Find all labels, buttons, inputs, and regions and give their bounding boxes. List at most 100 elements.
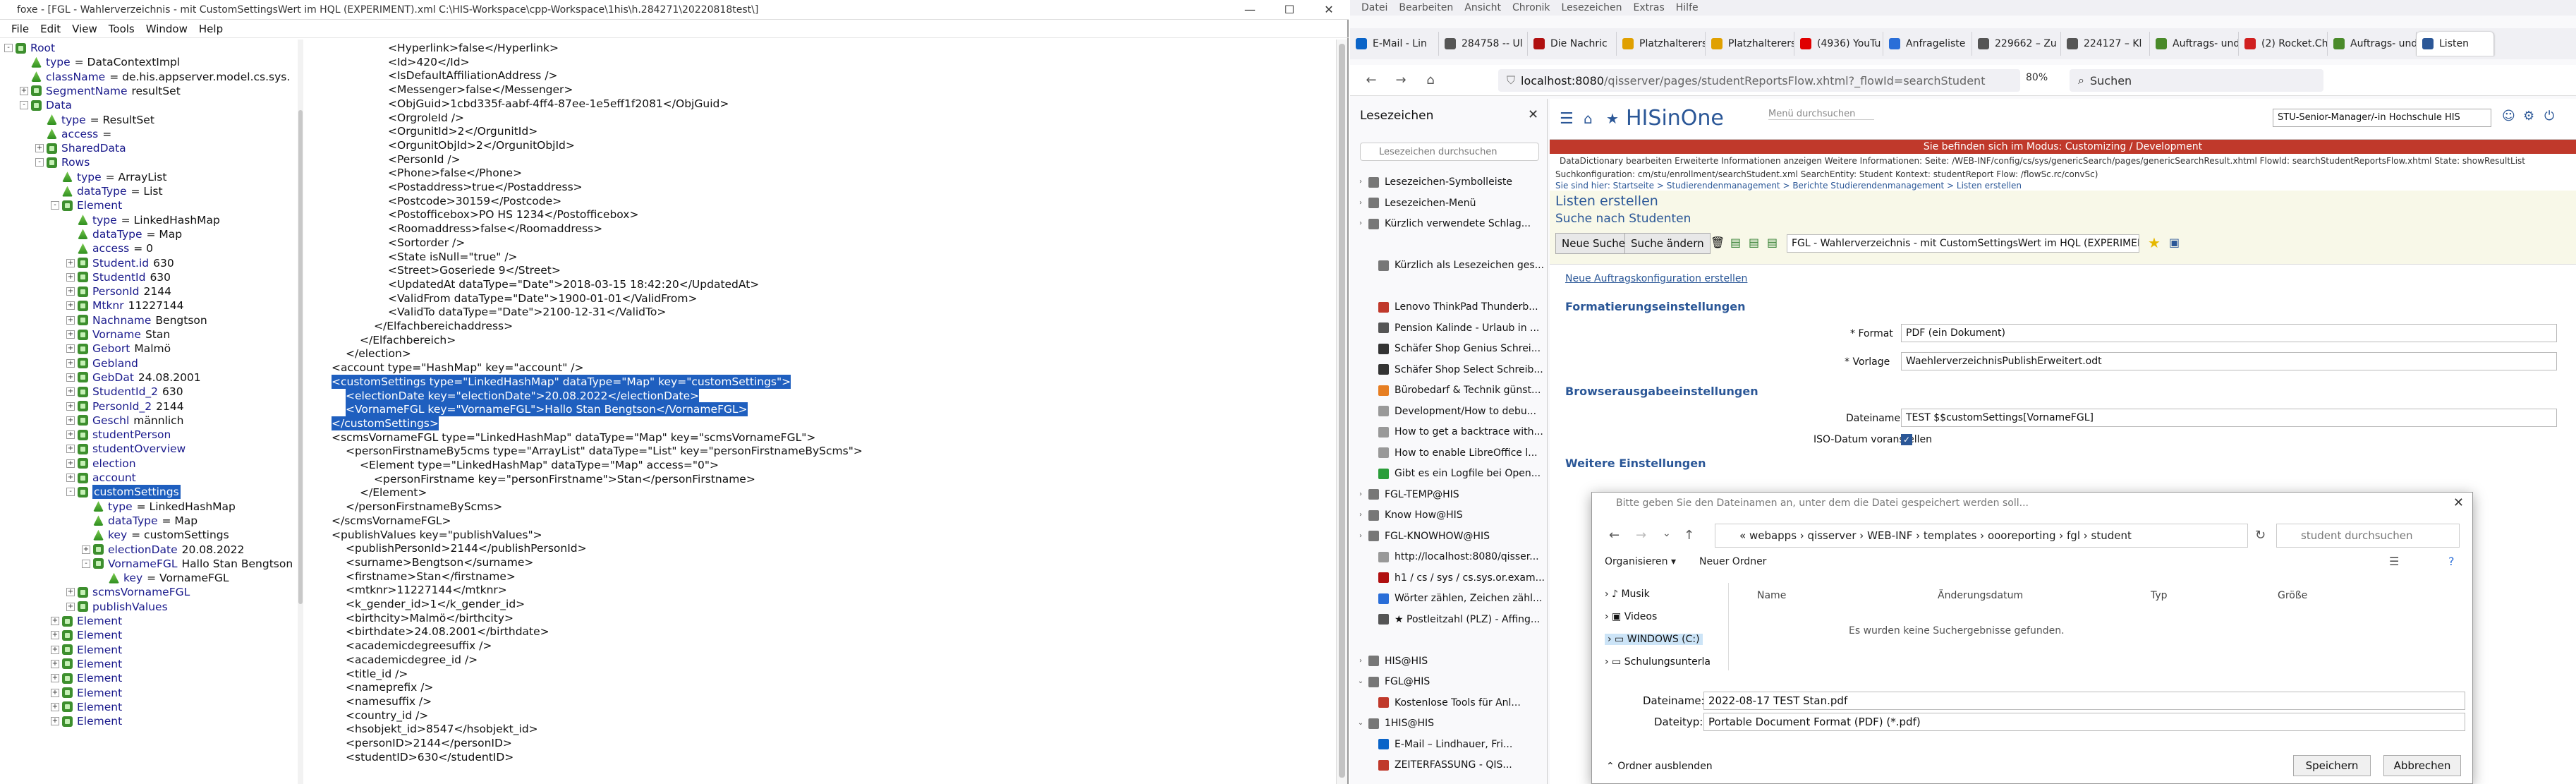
xml-line[interactable]: <personID>2144</personID> [346,736,512,750]
expand-icon[interactable]: + [66,258,75,267]
col-size[interactable]: Größe [2278,590,2307,601]
expand-icon[interactable]: + [51,659,59,668]
tree-node[interactable]: + account [66,471,140,485]
report-select[interactable]: FGL - Wahlerverzeichnis - mit CustomSett… [1787,234,2139,253]
expand-icon[interactable]: + [66,602,75,611]
favorite-star-icon[interactable]: ★ [2148,234,2161,251]
dialog-search-input[interactable]: student durchsuchen [2276,524,2460,548]
expand-icon[interactable]: + [66,344,75,354]
bookmark-item[interactable]: Pension Kalinde - Urlaub in ... [1366,321,1539,335]
organize-button[interactable]: Organisieren ▾ [1605,556,1676,567]
zoom-level[interactable]: 80% [2026,72,2048,83]
export-icon[interactable]: ▤ [1767,236,1778,249]
dialog-path-bar[interactable]: « webapps › qisserver › WEB-INF › templa… [1715,524,2248,548]
bookmarks-search-input[interactable]: Lesezeichen durchsuchen [1360,143,1539,161]
expand-icon[interactable]: + [66,445,75,454]
bookmark-item[interactable]: ⌄ FGL@HIS [1356,675,1430,689]
tree-node[interactable]: + Element [51,671,126,685]
xml-line[interactable]: <k_gender_id>1</k_gender_id> [346,597,525,611]
bookmark-item[interactable]: h1 / cs / sys / cs.sys.or.exam... [1366,571,1545,585]
bookmark-item[interactable]: › Know How@HIS [1356,508,1463,522]
browser-tab[interactable]: Die Nachric [1528,32,1617,56]
tree-node[interactable]: + Mtknr 11227144 [66,298,184,313]
collapse-icon[interactable]: - [35,158,44,167]
tree-node[interactable]: + Element [51,643,126,657]
copy-icon[interactable]: ▤ [1749,236,1759,249]
tree-node[interactable]: + studentOverview [66,442,190,456]
folder-arrow-icon[interactable]: › [1356,217,1366,231]
xml-line[interactable]: <customSettings type="LinkedHashMap" dat… [332,374,791,389]
xml-line[interactable]: <namesuffix /> [346,694,432,708]
tree-node[interactable]: type = LinkedHashMap [66,213,220,227]
tree-node[interactable]: - Rows [35,155,94,169]
nav-item-videos[interactable]: › ▣ Videos [1605,611,1657,622]
xml-line[interactable]: <electionDate key="electionDate">20.08.2… [346,388,700,403]
tree-node[interactable]: key = VornameFGL [97,571,229,585]
folder-arrow-icon[interactable]: › [1356,529,1366,543]
bookmark-item[interactable]: › FGL-KNOWHOW@HIS [1356,529,1490,543]
bookmark-item[interactable]: Kürzlich als Lesezeichen ges... [1366,258,1544,272]
expand-icon[interactable]: + [20,86,28,95]
bookmarks-title[interactable]: Lesezeichen [1360,109,1433,123]
tree-node[interactable]: dataType = Map [66,227,182,241]
expand-icon[interactable]: + [51,702,59,711]
bookmark-item[interactable]: Development/How to debu... [1366,404,1536,418]
expand-icon[interactable]: + [66,272,75,282]
xml-line[interactable]: <firstname>Stan</firstname> [346,569,516,584]
collapse-icon[interactable]: - [82,559,90,568]
nav-item-windows[interactable]: › ▭ WINDOWS (C:) [1605,634,1703,645]
browser-menu-hilfe[interactable]: Hilfe [1676,2,1699,13]
expand-icon[interactable]: + [66,301,75,310]
tree-node[interactable]: dataType = Map [82,514,198,528]
folder-arrow-icon[interactable]: › [1356,508,1366,522]
create-config-link[interactable]: Neue Auftragskonfiguration erstellen [1565,273,1747,284]
bookmark-item[interactable]: › FGL-TEMP@HIS [1356,488,1459,502]
nav-item-schulung[interactable]: › ▭ Schulungsunterla [1605,656,1711,668]
xml-line[interactable]: <publishPersonId>2144</publishPersonId> [346,541,587,555]
browser-menu-ansicht[interactable]: Ansicht [1464,2,1501,13]
browser-tab[interactable]: E-Mail - Lin [1350,32,1439,56]
browser-tab[interactable]: 284758 -- Ul [1439,32,1528,56]
tree-scroll-thumb[interactable] [298,110,303,604]
view-options-icon[interactable]: ☰ [2389,555,2399,568]
expand-icon[interactable]: + [66,430,75,440]
filename-input[interactable]: 2022-08-17 TEST Stan.pdf [1703,692,2465,710]
folder-arrow-icon[interactable]: › [1356,654,1366,668]
tree-node[interactable]: + Element [51,628,126,642]
xml-line[interactable]: <birthdate>24.08.2001</birthdate> [346,625,549,639]
tree-node[interactable]: access = 0 [66,241,153,255]
xml-line[interactable]: <Sortorder /> [388,236,465,250]
xml-line[interactable]: <surname>Bengtson</surname> [346,555,533,569]
bookmark-item[interactable]: › Lesezeichen-Menü [1356,196,1476,210]
tree-node[interactable]: + Geschl männlich [66,414,183,428]
tree-node[interactable]: + Element [51,657,126,671]
tree-node[interactable]: + Element [51,700,126,714]
tree-node[interactable]: type = ResultSet [35,113,154,127]
tree-node[interactable]: + SegmentName resultSet [20,84,181,98]
browser-tab[interactable]: Platzhalterersetz [1617,32,1706,56]
xml-line[interactable]: <Id>420</Id> [388,55,470,69]
tree-node[interactable]: - customSettings [66,485,185,500]
xml-line[interactable]: <Hyperlink>false</Hyperlink> [388,41,559,55]
tree-node[interactable]: + SharedData [35,141,130,155]
trash-icon[interactable]: 🗑 [1711,236,1725,249]
back-icon[interactable]: ← [1363,73,1380,88]
minimize-icon[interactable]: — [1230,0,1270,20]
xml-line[interactable]: <Postcode>30159</Postcode> [388,194,561,208]
bookmark-item[interactable]: E-Mail – Lindhauer, Fri... [1366,737,1512,752]
xml-line[interactable]: <UpdatedAt dataType="Date">2018-03-15 18… [388,277,759,291]
xml-line[interactable]: <PersonId /> [388,152,461,167]
xml-line[interactable]: <scmsVornameFGL type="LinkedHashMap" dat… [332,430,815,445]
expand-icon[interactable]: + [51,631,59,640]
tree-node[interactable]: + PersonId_2 2144 [66,399,184,414]
xml-line[interactable]: <Postaddress>true</Postaddress> [388,180,583,194]
xml-line[interactable]: </election> [346,346,411,361]
xml-tree-view[interactable]: - Root type = DataContextImpl className = de.… [0,40,303,784]
dateiname-input[interactable]: TEST $$customSettings[VornameFGL] [1901,409,2557,427]
change-search-button[interactable]: Suche ändern [1624,233,1711,254]
dialog-forward-icon[interactable]: → [1636,528,1646,543]
tree-node[interactable]: dataType = List [51,184,163,198]
bookmark-item[interactable]: › Lesezeichen-Symbolleiste [1356,175,1512,189]
browser-menu-lesezeichen[interactable]: Lesezeichen [1562,2,1622,13]
bookmark-item[interactable]: Schäfer Shop Select Schreib... [1366,363,1543,377]
